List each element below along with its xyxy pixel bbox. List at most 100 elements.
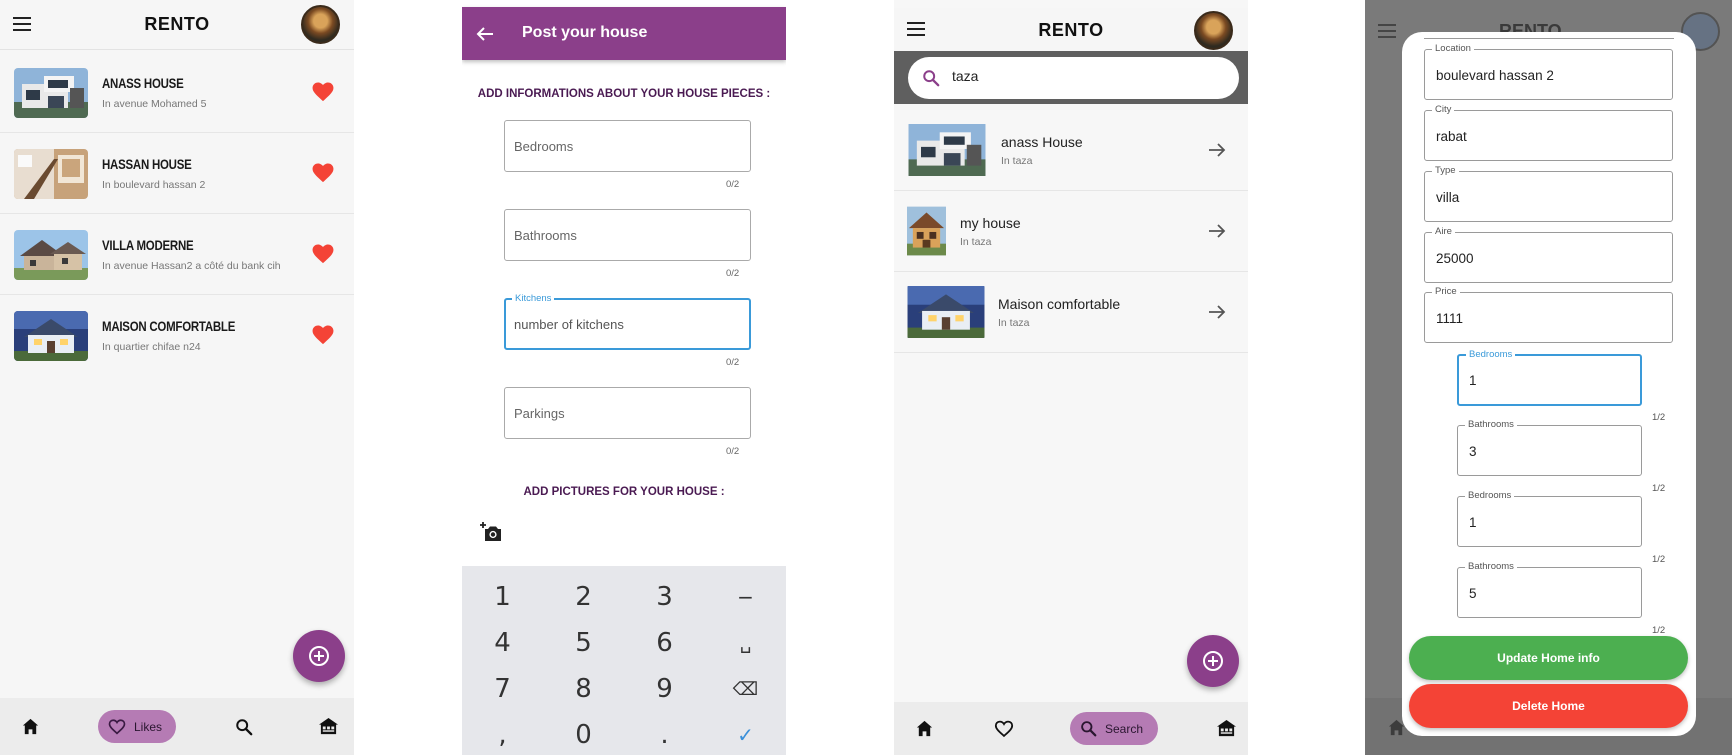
list-item[interactable]: HASSAN HOUSE In boulevard hassan 2: [0, 133, 354, 214]
key-8[interactable]: 8: [543, 666, 624, 712]
result-title: my house: [960, 215, 1021, 231]
heart-icon[interactable]: [312, 244, 334, 264]
list-item[interactable]: MAISON COMFORTABLE In quartier chifae n2…: [0, 295, 354, 376]
heart-icon[interactable]: [312, 163, 334, 183]
key-5[interactable]: 5: [543, 620, 624, 666]
key-comma[interactable]: ,: [462, 712, 543, 755]
list-item[interactable]: VILLA MODERNE In avenue Hassan2 a côté d…: [0, 214, 354, 295]
aire-label: Aire: [1432, 226, 1455, 237]
result-location: In taza: [1001, 155, 1033, 167]
section-heading-pictures: ADD PICTURES FOR YOUR HOUSE :: [523, 486, 725, 498]
house-thumbnail: [907, 124, 987, 176]
key-9[interactable]: 9: [624, 666, 705, 712]
nav-estate[interactable]: [1210, 702, 1242, 755]
delete-home-button[interactable]: Delete Home: [1409, 684, 1688, 728]
post-house-screen: Post your house ADD INFORMATIONS ABOUT Y…: [462, 0, 786, 755]
price-field[interactable]: Price 1111: [1424, 286, 1673, 343]
scrolled-field-edge: [1424, 38, 1674, 39]
aire-field[interactable]: Aire 25000: [1424, 226, 1673, 283]
menu-icon[interactable]: [13, 17, 31, 31]
search-icon: [922, 69, 940, 87]
bathrooms-input[interactable]: Bathrooms: [504, 209, 751, 261]
avatar[interactable]: [301, 5, 340, 44]
list-item[interactable]: ANASS HOUSE In avenue Mohamed 5: [0, 52, 354, 133]
house-thumbnail: [907, 286, 985, 338]
nav-home[interactable]: [14, 698, 46, 755]
add-house-button[interactable]: [293, 630, 345, 682]
key-0[interactable]: 0: [543, 712, 624, 755]
key-backspace[interactable]: ⌫: [705, 666, 786, 712]
key-space[interactable]: ␣: [705, 620, 786, 666]
type-field[interactable]: Type villa: [1424, 165, 1673, 222]
bathrooms-field-2[interactable]: Bathrooms 5: [1457, 561, 1642, 618]
key-7[interactable]: 7: [462, 666, 543, 712]
avatar[interactable]: [1194, 10, 1233, 50]
bedrooms-counter: 1/2: [1652, 412, 1666, 423]
bedrooms-field[interactable]: Bedrooms 1: [1457, 349, 1642, 406]
house-title: MAISON COMFORTABLE: [102, 318, 236, 334]
key-4[interactable]: 4: [462, 620, 543, 666]
nav-estate[interactable]: [312, 698, 344, 755]
key-1[interactable]: 1: [462, 574, 543, 620]
bottom-navigation: Likes: [0, 698, 354, 755]
heart-outline-icon: [108, 718, 126, 736]
city-field[interactable]: City rabat: [1424, 104, 1673, 161]
bedrooms-placeholder: Bedrooms: [514, 139, 574, 154]
result-title: anass House: [1001, 134, 1083, 150]
bathrooms-counter: 1/2: [1652, 625, 1666, 636]
type-label: Type: [1432, 165, 1459, 176]
search-input[interactable]: [952, 68, 1172, 84]
kitchens-counter: 0/2: [726, 357, 740, 368]
key-done[interactable]: ✓: [705, 712, 786, 755]
heart-icon[interactable]: [312, 325, 334, 345]
add-photo-icon[interactable]: [480, 522, 502, 542]
key-minus[interactable]: −: [705, 574, 786, 620]
add-house-button[interactable]: [1187, 635, 1239, 687]
nav-search[interactable]: [228, 698, 260, 755]
page-title: Post your house: [522, 24, 648, 41]
nav-likes[interactable]: [988, 702, 1020, 755]
key-period[interactable]: .: [624, 712, 705, 755]
list-item[interactable]: my house In taza: [894, 191, 1248, 272]
search-results-list: anass House In taza my house In taza Mai…: [894, 110, 1248, 353]
nav-search-label: Search: [1105, 721, 1144, 736]
kitchens-input[interactable]: Kitchens number of kitchens: [504, 293, 751, 350]
bedrooms-input[interactable]: Bedrooms: [504, 120, 751, 172]
menu-icon[interactable]: [907, 22, 925, 36]
arrow-right-icon[interactable]: [1208, 223, 1226, 239]
parkings-input[interactable]: Parkings: [504, 387, 751, 439]
bedrooms-counter: 0/2: [726, 179, 740, 190]
update-home-button[interactable]: Update Home info: [1409, 636, 1688, 680]
home-icon: [915, 719, 934, 738]
arrow-right-icon[interactable]: [1208, 304, 1226, 320]
bathrooms-field[interactable]: Bathrooms 3: [1457, 419, 1642, 476]
nav-search[interactable]: Search: [1070, 712, 1158, 745]
arrow-right-icon[interactable]: [1208, 142, 1226, 158]
list-item[interactable]: anass House In taza: [894, 110, 1248, 191]
key-6[interactable]: 6: [624, 620, 705, 666]
heart-outline-icon: [994, 720, 1014, 738]
nav-likes-label: Likes: [133, 719, 162, 734]
location-label: Location: [1432, 43, 1474, 54]
search-box[interactable]: [908, 57, 1239, 99]
search-screen: RENTO anass House In taza my house In ta…: [894, 0, 1248, 755]
house-thumbnail: [907, 205, 946, 257]
nav-home[interactable]: [908, 702, 940, 755]
heart-icon[interactable]: [312, 82, 334, 102]
nav-likes[interactable]: Likes: [98, 710, 176, 743]
kitchens-placeholder: number of kitchens: [514, 317, 624, 332]
list-item[interactable]: Maison comfortable In taza: [894, 272, 1248, 353]
back-arrow-icon[interactable]: [476, 25, 494, 43]
house-address: In boulevard hassan 2: [102, 179, 206, 191]
result-location: In taza: [998, 317, 1030, 329]
key-2[interactable]: 2: [543, 574, 624, 620]
edit-home-dialog: Location boulevard hassan 2 City rabat T…: [1402, 32, 1696, 736]
key-3[interactable]: 3: [624, 574, 705, 620]
house-title: VILLA MODERNE: [102, 237, 194, 253]
bathrooms-label: Bathrooms: [1465, 419, 1517, 430]
bathrooms-value: 5: [1469, 586, 1477, 601]
location-field[interactable]: Location boulevard hassan 2: [1424, 43, 1673, 100]
bedrooms-field-2[interactable]: Bedrooms 1: [1457, 490, 1642, 547]
bathrooms-label: Bathrooms: [1465, 561, 1517, 572]
bedrooms-label: Bedrooms: [1466, 349, 1516, 360]
